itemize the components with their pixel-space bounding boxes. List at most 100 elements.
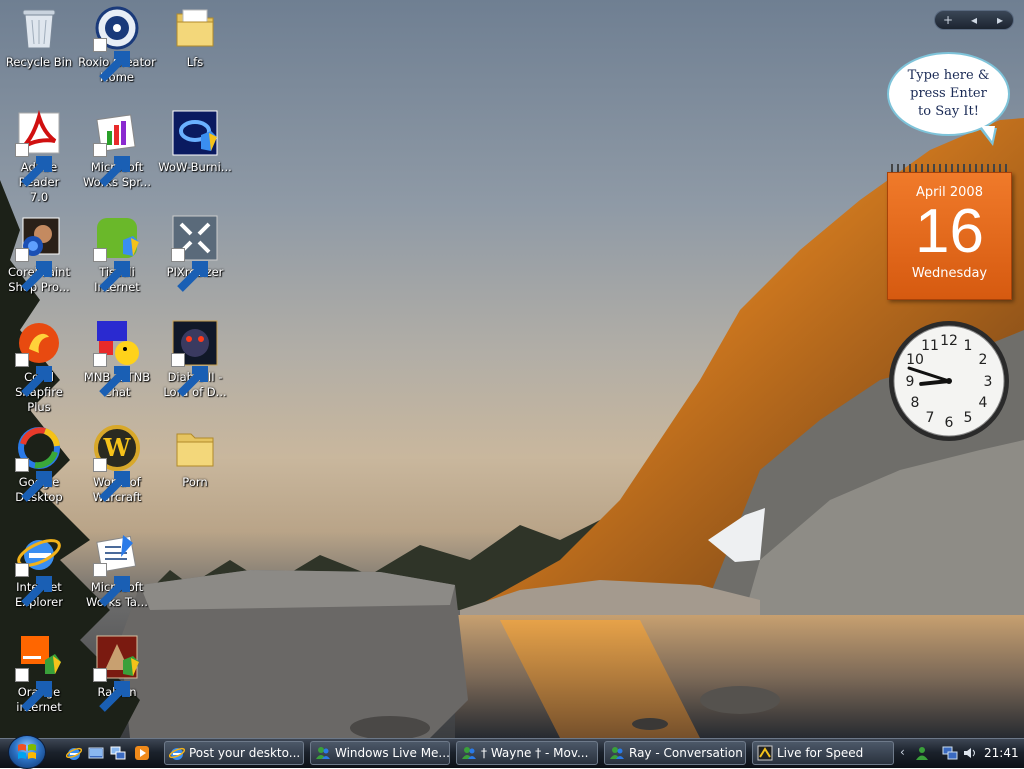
desktop-icon-world-of-warcraft[interactable]: W World of Warcraft xyxy=(78,422,156,522)
clock-numeral-9: 9 xyxy=(906,374,915,390)
task-label: Windows Live Me... xyxy=(335,746,450,760)
shortcut-arrow-icon xyxy=(93,353,130,397)
taskbar: Post your deskto... Windows Live Me... †… xyxy=(0,735,1024,769)
pixresizer-icon xyxy=(171,214,219,292)
desktop-icon-works-task[interactable]: Microsoft Works Ta... xyxy=(78,527,156,627)
clock-numeral-6: 6 xyxy=(945,415,954,431)
messenger-icon xyxy=(315,745,331,761)
shortcut-arrow-icon xyxy=(93,458,130,502)
bubble-tail-inner xyxy=(981,126,995,141)
folder-icon xyxy=(171,424,219,472)
desktop-icon-label: Lfs xyxy=(186,55,204,69)
calendar-weekday: Wednesday xyxy=(911,266,988,281)
desktop-icon-rakion[interactable]: Rakion xyxy=(78,632,156,732)
calendar-gadget[interactable]: April 2008 16 Wednesday xyxy=(887,164,1012,300)
shortcut-arrow-icon xyxy=(93,38,130,82)
desktop-icon-porn-folder[interactable]: Porn xyxy=(156,422,234,522)
rakion-icon xyxy=(93,634,141,712)
task-live-for-speed[interactable]: Live for Speed xyxy=(752,741,894,765)
lfs-icon xyxy=(757,745,773,761)
task-ray-conversation[interactable]: Ray - Conversation xyxy=(604,741,746,765)
quicklaunch-switch-windows[interactable] xyxy=(110,745,126,761)
task-label: Post your deskto... xyxy=(189,746,301,760)
corel-snapfire-icon xyxy=(15,319,63,397)
task-label: Ray - Conversation xyxy=(629,746,743,760)
network-icon[interactable] xyxy=(942,745,958,761)
clock-numeral-5: 5 xyxy=(964,410,973,426)
quicklaunch-ie[interactable] xyxy=(65,745,83,761)
switch-windows-icon xyxy=(110,746,126,760)
shortcut-arrow-icon xyxy=(15,248,52,292)
shortcut-arrow-icon xyxy=(15,458,52,502)
sidebar-prev-button[interactable]: ◂ xyxy=(964,13,984,27)
desktop-icon-tiscali[interactable]: Tiscali Internet xyxy=(78,212,156,312)
sidebar-next-button[interactable]: ▸ xyxy=(990,13,1010,27)
task-label: Live for Speed xyxy=(777,746,864,760)
media-player-icon xyxy=(135,746,149,760)
shortcut-arrow-icon xyxy=(15,668,52,712)
say-it-gadget[interactable]: Type here & press Enter to Say It! xyxy=(887,52,1012,150)
desktop-icon-google-desktop[interactable]: Google Desktop xyxy=(0,422,78,522)
clock-face: 12 1 2 3 4 5 6 7 8 9 10 11 xyxy=(889,321,1009,441)
desktop-icon-recycle-bin[interactable]: Recycle Bin xyxy=(0,2,78,102)
clock-numeral-10: 10 xyxy=(906,352,924,368)
say-it-text: Type here & press Enter to Say It! xyxy=(907,68,990,119)
clock-numeral-7: 7 xyxy=(926,410,935,426)
desktop-icon-diablo[interactable]: Diablo II - Lord of D... xyxy=(156,317,234,417)
shortcut-arrow-icon xyxy=(93,563,130,607)
start-button[interactable] xyxy=(8,735,46,769)
adobe-reader-icon xyxy=(15,109,63,187)
calendar-page[interactable]: April 2008 16 Wednesday xyxy=(887,172,1012,300)
shortcut-arrow-icon xyxy=(15,563,52,607)
desktop-icon-corel-paint-shop[interactable]: Corel Paint Shop Pro... xyxy=(0,212,78,312)
clock-numeral-2: 2 xyxy=(979,352,988,368)
desktop-icon-adobe-reader[interactable]: Adobe Reader 7.0 xyxy=(0,107,78,207)
messenger-icon xyxy=(461,745,477,761)
calendar-day: 16 xyxy=(915,197,984,266)
task-label: † Wayne † - Mov... xyxy=(481,746,589,760)
quicklaunch-media-player[interactable] xyxy=(134,745,150,761)
clock-gadget[interactable]: 12 1 2 3 4 5 6 7 8 9 10 11 xyxy=(886,318,1012,444)
messenger-icon xyxy=(609,745,625,761)
task-wayne-conversation[interactable]: † Wayne † - Mov... xyxy=(456,741,598,765)
quicklaunch-show-desktop[interactable] xyxy=(88,745,104,761)
desktop-icon-orange-internet[interactable]: Orange internet xyxy=(0,632,78,732)
volume-icon[interactable] xyxy=(962,745,978,761)
desktop[interactable]: Recycle Bin Adobe Reader 7.0 Corel Paint… xyxy=(0,0,1024,738)
clock-numeral-8: 8 xyxy=(911,395,920,411)
desktop-icon-wow-burning[interactable]: WoW-Burni... xyxy=(156,107,234,207)
sidebar-add-gadget-button[interactable]: + xyxy=(938,13,958,27)
shortcut-arrow-icon xyxy=(93,143,130,187)
corel-paint-icon xyxy=(15,214,63,292)
desktop-icon-lfs-folder[interactable]: Lfs xyxy=(156,2,234,102)
roxio-icon xyxy=(93,4,141,82)
shortcut-arrow-icon xyxy=(93,248,130,292)
desktop-icon-label: Porn xyxy=(182,475,208,489)
tiscali-icon xyxy=(93,214,141,292)
wow-icon: W xyxy=(93,424,141,502)
desktop-icon-mnb-chat[interactable]: MNB & TNB Chat xyxy=(78,317,156,417)
desktop-icon-pixresizer[interactable]: PIXresizer xyxy=(156,212,234,312)
clock-numeral-11: 11 xyxy=(921,338,939,354)
tray-clock[interactable]: 21:41 xyxy=(984,745,1019,761)
mnb-chat-icon xyxy=(93,319,141,397)
say-it-bubble[interactable]: Type here & press Enter to Say It! xyxy=(887,52,1010,136)
shortcut-arrow-icon xyxy=(15,353,52,397)
system-tray: ‹ 21:41 xyxy=(898,739,1024,768)
show-desktop-icon xyxy=(88,747,104,759)
desktop-icon-internet-explorer[interactable]: Internet Explorer xyxy=(0,527,78,627)
desktop-icon-works-spreadsheet[interactable]: Microsoft Works Spr... xyxy=(78,107,156,207)
desktop-icon-roxio-creator[interactable]: Roxio Creator Home xyxy=(78,2,156,102)
works-spreadsheet-icon xyxy=(93,109,141,187)
orange-icon xyxy=(15,634,63,712)
desktop-icon-corel-snapfire[interactable]: Corel Snapfire Plus xyxy=(0,317,78,417)
diablo-icon xyxy=(171,319,219,397)
tray-messenger-icon[interactable] xyxy=(914,745,930,761)
google-desktop-icon xyxy=(15,424,63,502)
desktop-icon-label: WoW-Burni... xyxy=(158,160,232,174)
clock-numeral-12: 12 xyxy=(940,333,958,349)
task-post-your-desktop[interactable]: Post your deskto... xyxy=(164,741,304,765)
task-windows-live-messenger[interactable]: Windows Live Me... xyxy=(310,741,450,765)
shortcut-arrow-icon xyxy=(171,353,208,397)
works-task-icon xyxy=(93,529,141,607)
